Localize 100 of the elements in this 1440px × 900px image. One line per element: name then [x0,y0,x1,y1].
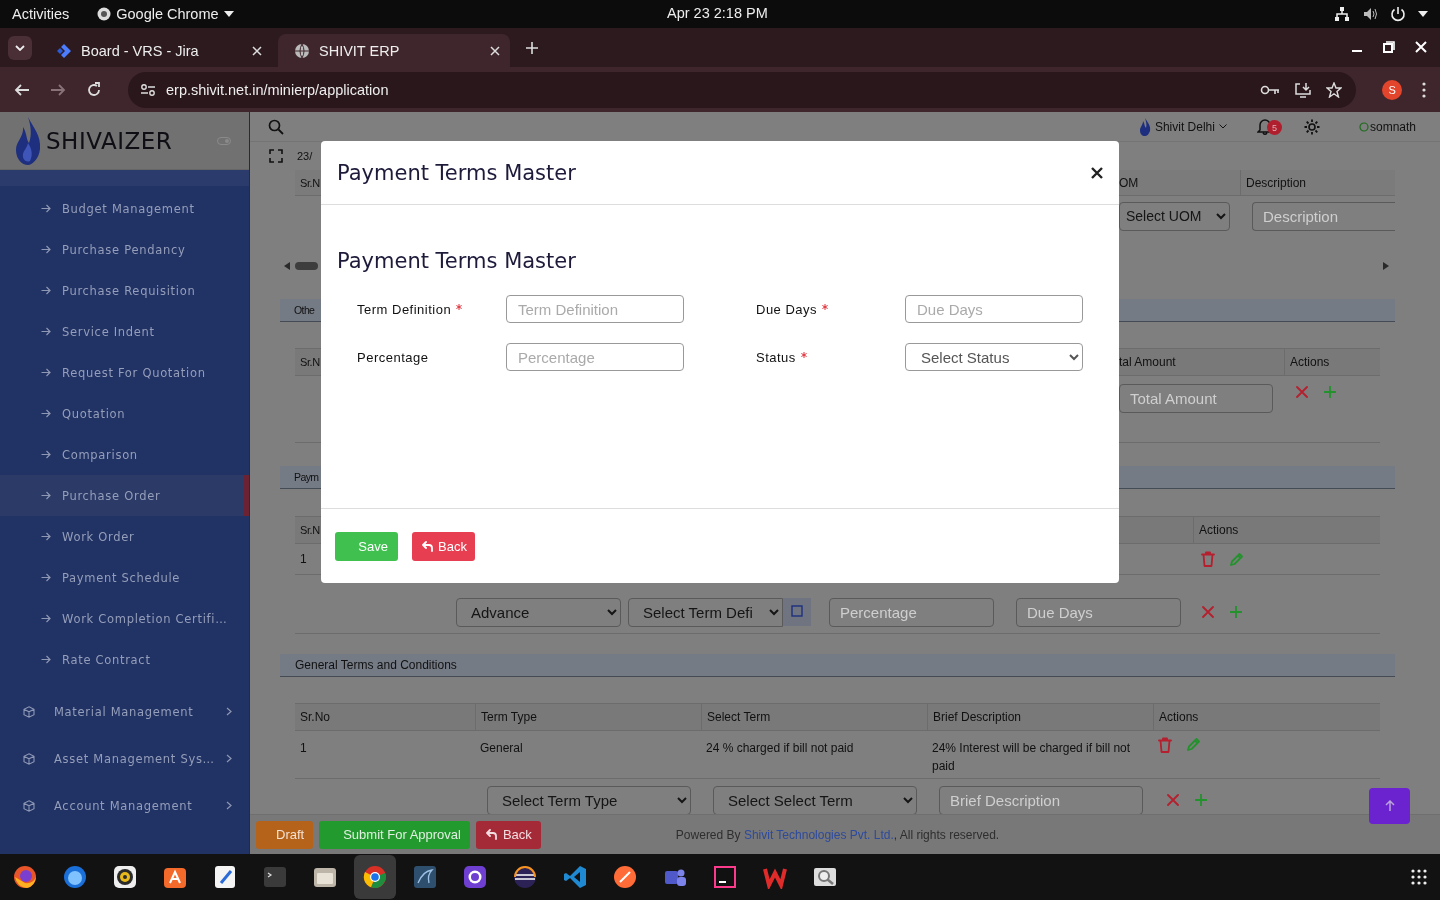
install-icon[interactable] [1294,81,1313,98]
scroll-left-icon[interactable] [284,262,290,270]
arrow-right-icon [41,532,51,541]
tab-favicon-icon [56,42,72,59]
app-grid-icon[interactable] [1411,869,1427,885]
scrollbar-thumb[interactable] [295,262,318,270]
mail-icon[interactable] [63,865,87,889]
volume-icon[interactable] [1362,6,1378,22]
reload-icon[interactable] [86,81,102,98]
api-client-icon[interactable] [613,865,637,889]
back-button[interactable]: Back [412,531,475,561]
table-cell-text: 24 % charged if bill not paid [706,740,854,757]
profile-avatar[interactable]: S [1382,79,1402,100]
sidebar-item[interactable]: Payment Schedule [0,557,249,598]
column-header: Sr.N [299,176,320,189]
code-editor-icon[interactable] [563,865,587,889]
sidebar-item[interactable]: Comparison [0,434,249,475]
table-cell-text: 24% Interest will be charged if bill not paid [932,740,1132,775]
draft-button[interactable]: Draft [256,820,314,849]
settings-icon[interactable] [1302,117,1321,136]
select-field[interactable]: Select Term Type [487,785,691,814]
music-icon[interactable] [113,865,137,889]
sidebar-item[interactable]: Purchase Pendancy [0,229,249,270]
power-icon[interactable] [1390,6,1406,22]
toggle-icon[interactable] [217,136,231,145]
image-viewer-icon[interactable] [813,865,837,889]
clock[interactable]: Apr 23 2:18 PM [667,5,768,21]
fullscreen-icon[interactable] [269,149,283,163]
sidebar-item[interactable]: Budget Management [0,188,249,229]
folder-icon[interactable] [313,865,337,889]
sidebar-item[interactable]: Purchase Requisition [0,270,249,311]
column-header: Sr.N [300,524,320,536]
column-header: tal Amount [1119,355,1176,369]
column-header: Actions [1159,710,1199,724]
chevron-down-icon [1218,124,1227,129]
back-button[interactable]: Back [475,820,541,849]
caret-icon[interactable] [1418,11,1428,17]
browser-icon[interactable] [13,865,37,889]
browser-icon[interactable] [363,865,387,889]
arrow-right-icon [41,409,51,418]
input-field[interactable]: Term Definition [506,295,684,323]
branch-selector[interactable]: Shivit Delhi [1138,117,1227,136]
arrow-up-icon [1384,800,1395,812]
table-cell-text: General [480,740,523,757]
search-icon[interactable] [268,118,284,135]
arrow-right-icon [41,204,51,213]
sidebar-item[interactable]: Material Management [0,688,249,735]
browser-tab[interactable]: SHIVIT ERP [278,34,510,67]
scroll-right-icon[interactable] [1383,262,1389,270]
text-editor-icon[interactable] [213,865,237,889]
sidebar-item[interactable]: Rate Contract [0,639,249,680]
input-field[interactable]: Due Days [905,295,1083,323]
arrow-right-icon [41,245,51,254]
input-field[interactable]: Total Amount [1119,384,1273,413]
chevron-right-icon [226,801,232,810]
section-title: General Terms and Conditions [295,658,457,672]
menu-icon[interactable] [1422,81,1426,98]
key-icon[interactable] [1260,83,1281,96]
select-field[interactable]: Select Term Defi [628,598,783,627]
forward-icon[interactable] [50,81,66,98]
dialog-title: Payment Terms Master [337,160,576,185]
select-field[interactable]: Select Status [905,343,1083,371]
return-arrow-icon [485,829,497,840]
sidebar-item[interactable]: Service Indent [0,311,249,352]
column-header: Term Type [481,710,537,724]
submit-button[interactable]: Submit For Approval [319,820,470,849]
input-field[interactable]: Due Days [1016,598,1181,627]
sidebar-item[interactable]: Work Completion Certifi… [0,598,249,639]
maximize-icon[interactable] [1383,41,1395,53]
tab-list-button[interactable] [8,36,32,60]
column-header: OM [1119,175,1139,190]
select-field[interactable]: Select UOM [1119,201,1230,231]
network-icon[interactable] [1334,6,1350,22]
sidebar-item[interactable]: Asset Management Sys… [0,735,249,782]
user-menu[interactable]: somnath [1358,119,1416,134]
site-settings-icon[interactable] [140,81,156,98]
terminal-icon[interactable] [263,865,287,889]
sidebar-item[interactable]: Work Order [0,516,249,557]
activities-button[interactable]: Activities [12,6,70,22]
back-icon[interactable] [14,81,30,98]
sidebar-item[interactable]: Request For Quotation [0,352,249,393]
arrow-right-icon [41,286,51,295]
field-label: Status [756,349,796,365]
app-menu[interactable]: Google Chrome [97,6,234,22]
select-field[interactable]: Select Select Term [713,785,917,814]
input-field[interactable]: Description [1252,201,1395,231]
table-cell-text: 1 [300,740,307,757]
sidebar-item[interactable]: Purchase Order [0,475,249,516]
sidebar-item[interactable]: Account Management [0,782,249,829]
close-icon[interactable] [1091,166,1103,179]
new-tab-icon[interactable] [526,42,538,54]
address-bar[interactable]: erp.shivit.net.in/minierp/application [128,71,1357,108]
star-icon[interactable] [1326,81,1343,98]
browser-tab[interactable]: Board - VRS - Jira [40,34,272,67]
select-field[interactable]: Advance [456,598,621,627]
input-field[interactable]: Percentage [506,343,684,371]
store-icon[interactable] [163,865,187,889]
input-field[interactable]: Brief Description [939,785,1143,814]
sidebar-item[interactable]: Quotation [0,393,249,434]
input-field[interactable]: Percentage [829,598,994,627]
